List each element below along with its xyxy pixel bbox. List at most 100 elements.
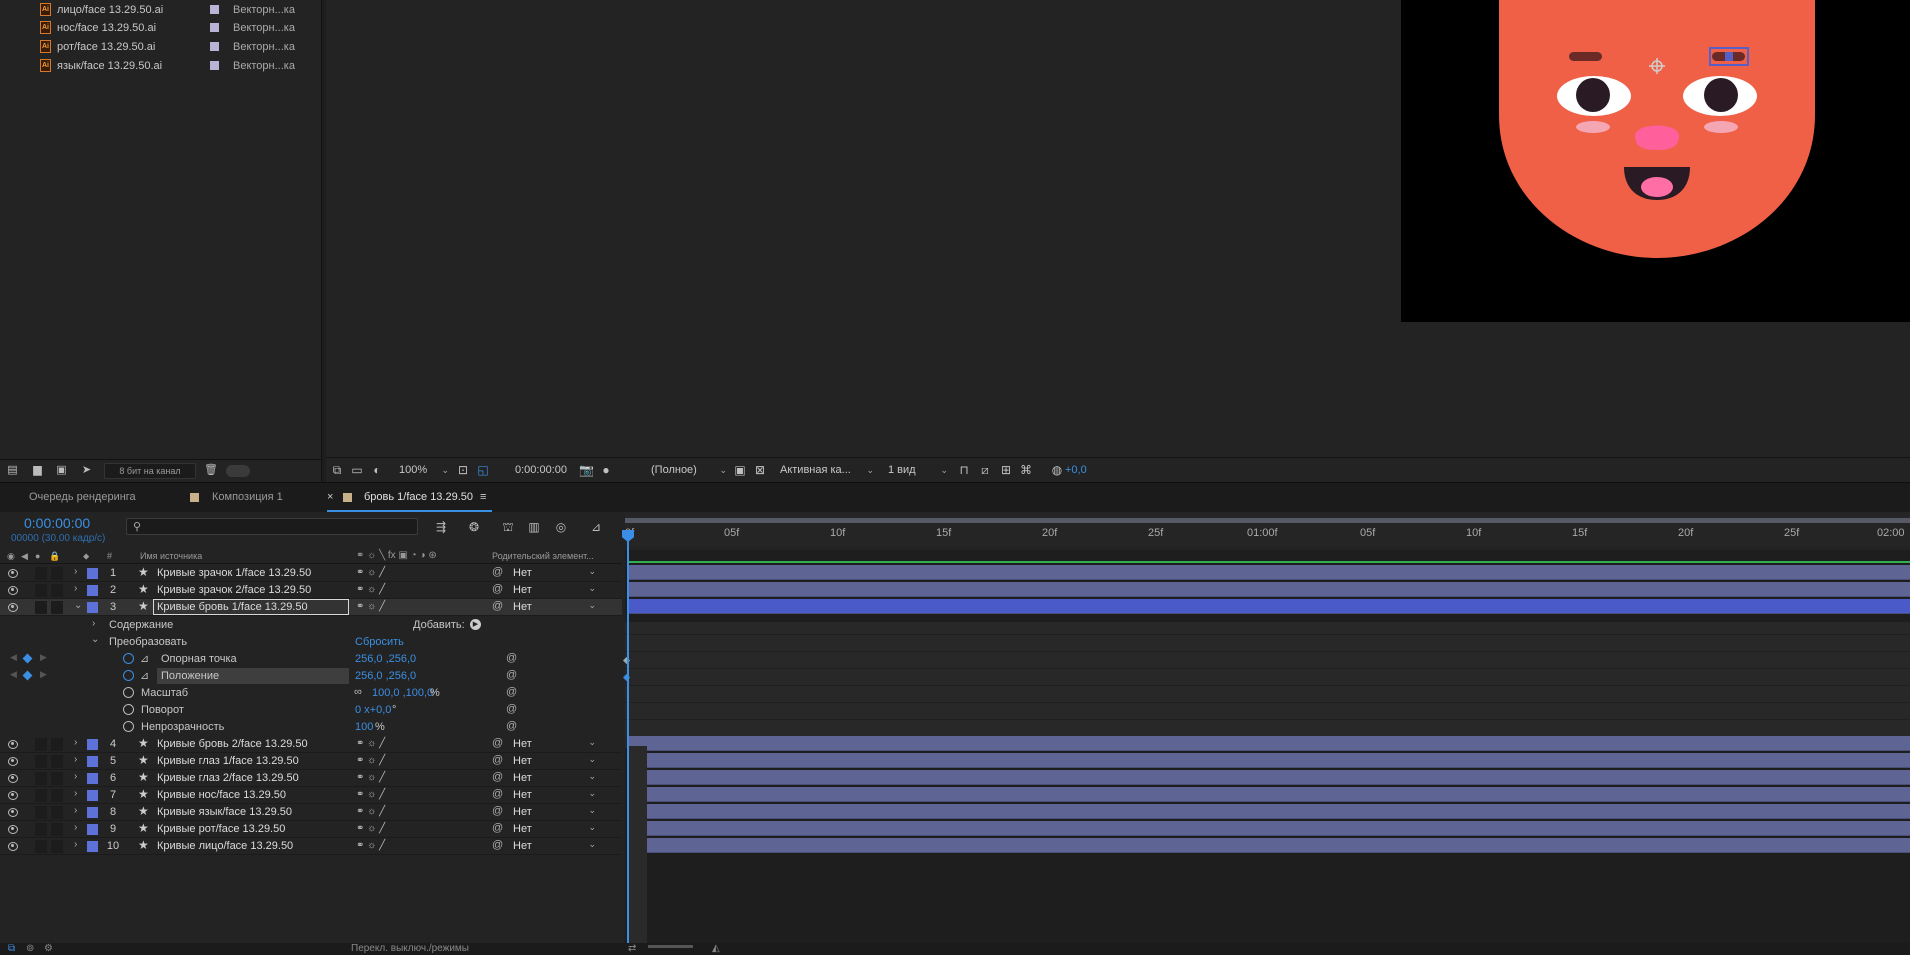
flowchart-icon[interactable]: ⌘	[1019, 463, 1033, 477]
layer-switches-icons[interactable]: ⚭ ☼ ╱	[356, 789, 385, 800]
chevron-right-icon[interactable]: ›	[74, 839, 77, 850]
layer-switches-toggle-icon[interactable]: ⧉	[8, 943, 15, 954]
layer-switches-icons[interactable]: ⚭ ☼ ╱	[356, 755, 385, 766]
audio-switch-icon[interactable]: ◀	[21, 551, 28, 562]
lock-icon[interactable]: 🔒	[49, 551, 60, 562]
layer-duration-bar[interactable]	[627, 753, 1910, 768]
tab-brow-composition[interactable]: бровь 1/face 13.29.50	[364, 491, 473, 503]
transparency-icon[interactable]: ⊠	[753, 463, 767, 477]
new-folder-icon[interactable]: ▆	[31, 465, 44, 476]
trash-icon[interactable]: 🗑	[204, 465, 218, 476]
transform-group-row[interactable]: ⌄ Преобразовать Сбросить	[0, 634, 622, 651]
layer-row[interactable]: › 7 ★ Кривые нос/face 13.29.50 ⚭ ☼ ╱ @ Н…	[0, 787, 622, 804]
layer-duration-bar[interactable]	[627, 736, 1910, 751]
solo-box[interactable]	[35, 840, 47, 853]
parent-dropdown[interactable]: Нет ⌄	[513, 805, 596, 819]
chevron-right-icon[interactable]: ›	[74, 805, 77, 816]
label-color-swatch[interactable]	[210, 42, 219, 51]
solo-box[interactable]	[35, 584, 47, 597]
layer-switches-icons[interactable]: ⚭ ☼ ╱	[356, 840, 385, 851]
layer-duration-bar[interactable]	[627, 838, 1910, 853]
transparency-grid-icon[interactable]: ◱	[476, 463, 490, 477]
draft-3d-icon[interactable]: ❂	[466, 520, 482, 534]
layer-switches-icons[interactable]: ⚭ ☼ ╱	[356, 772, 385, 783]
new-composition-icon[interactable]: ▣	[55, 465, 68, 476]
property-opacity[interactable]: Непрозрачность 100 % @	[0, 719, 622, 736]
source-name-column[interactable]: Имя источника	[140, 551, 202, 561]
motion-blur-icon[interactable]: ◎	[553, 520, 569, 534]
solo-box[interactable]	[35, 789, 47, 802]
layer-row[interactable]: › 8 ★ Кривые язык/face 13.29.50 ⚭ ☼ ╱ @ …	[0, 804, 622, 821]
visibility-eye-icon[interactable]	[7, 757, 19, 766]
layer-name-field[interactable]: Кривые бровь 1/face 13.29.50	[153, 599, 349, 615]
layer-label-color[interactable]	[87, 841, 98, 852]
lock-box[interactable]	[51, 806, 63, 819]
layer-row[interactable]: › 6 ★ Кривые глаз 2/face 13.29.50 ⚭ ☼ ╱ …	[0, 770, 622, 787]
interpret-footage-icon[interactable]: ▤	[6, 465, 19, 476]
parent-pickwhip-icon[interactable]: @	[492, 805, 503, 817]
project-item[interactable]: Ai нос/face 13.29.50.ai Векторн...ка	[0, 18, 320, 37]
parent-pickwhip-icon[interactable]: @	[492, 583, 503, 595]
chevron-down-icon[interactable]: ⌄	[91, 634, 99, 645]
layer-label-color[interactable]	[87, 773, 98, 784]
constrain-proportions-icon[interactable]: ∞	[354, 686, 362, 698]
property-anchor-point[interactable]: ◀ ▶ ⊿ Опорная точка 256,0 ,256,0 @	[0, 651, 622, 668]
lock-box[interactable]	[51, 584, 63, 597]
layer-duration-bar[interactable]	[627, 565, 1910, 580]
layer-switches-icons[interactable]: ⚭ ☼ ╱	[356, 584, 385, 595]
always-preview-icon[interactable]: ⧉	[330, 463, 344, 477]
parent-pickwhip-icon[interactable]: @	[492, 788, 503, 800]
exposure-icon[interactable]: ◍	[1050, 463, 1064, 477]
layer-duration-bar[interactable]	[627, 770, 1910, 785]
label-color-swatch[interactable]	[210, 61, 219, 70]
layer-switches-icons[interactable]: ⚭ ☼ ╱	[356, 823, 385, 834]
layer-label-color[interactable]	[87, 739, 98, 750]
parent-pickwhip-icon[interactable]: @	[492, 600, 503, 612]
in-out-toggle-icon[interactable]: ⚙	[44, 943, 53, 954]
solo-box[interactable]	[35, 823, 47, 836]
parent-pickwhip-icon[interactable]: @	[492, 822, 503, 834]
monitor-icon[interactable]: ▭	[350, 463, 364, 477]
rgb-channels-icon[interactable]: ●	[599, 463, 613, 477]
stopwatch-icon[interactable]	[123, 704, 134, 715]
layer-duration-bar[interactable]	[627, 821, 1910, 836]
tab-composition-1[interactable]: Композиция 1	[212, 491, 283, 503]
visibility-eye-icon[interactable]	[7, 569, 19, 578]
resolution-dropdown[interactable]: (Полное) ⌄	[651, 462, 729, 479]
lock-box[interactable]	[51, 755, 63, 768]
tab-close-icon[interactable]: ×	[327, 491, 333, 503]
next-keyframe-icon[interactable]: ▶	[40, 669, 47, 680]
pickwhip-icon[interactable]: @	[506, 720, 517, 732]
pickwhip-icon[interactable]: @	[506, 669, 517, 681]
stopwatch-icon[interactable]	[123, 687, 134, 698]
visibility-eye-icon[interactable]	[7, 603, 19, 612]
chevron-right-icon[interactable]: ›	[74, 822, 77, 833]
toggle-switches-modes[interactable]: Перекл. выключ./режимы	[351, 943, 469, 954]
composition-canvas[interactable]	[1401, 0, 1910, 322]
layer-row[interactable]: › 5 ★ Кривые глаз 1/face 13.29.50 ⚭ ☼ ╱ …	[0, 753, 622, 770]
parent-pickwhip-icon[interactable]: @	[492, 737, 503, 749]
visibility-eye-icon[interactable]	[7, 825, 19, 834]
layer-label-color[interactable]	[87, 568, 98, 579]
visibility-eye-icon[interactable]	[7, 774, 19, 783]
snapshot-icon[interactable]: 📷	[579, 463, 594, 477]
chevron-right-icon[interactable]: ›	[92, 618, 95, 629]
current-time-display[interactable]: 0:00:00:00	[24, 515, 90, 531]
chevron-down-icon[interactable]: ⌄	[74, 600, 82, 611]
layer-duration-bar[interactable]	[627, 787, 1910, 802]
stopwatch-icon[interactable]	[123, 670, 134, 681]
lock-box[interactable]	[51, 601, 63, 614]
visibility-eye-icon[interactable]	[7, 586, 19, 595]
layer-switches-icons[interactable]: ⚭ ☼ ╱	[356, 806, 385, 817]
parent-dropdown[interactable]: Нет ⌄	[513, 754, 596, 768]
label-color-swatch[interactable]	[210, 5, 219, 14]
layer-row[interactable]: › 1 ★ Кривые зрачок 1/face 13.29.50 ⚭ ☼ …	[0, 565, 622, 582]
render-queue-icon[interactable]: ➤	[80, 465, 93, 476]
layer-label-color[interactable]	[87, 585, 98, 596]
solo-box[interactable]	[35, 755, 47, 768]
chevron-right-icon[interactable]: ›	[74, 566, 77, 577]
visibility-eye-icon[interactable]	[7, 740, 19, 749]
fit-view-icon[interactable]: ⊡	[456, 463, 470, 477]
lock-box[interactable]	[51, 789, 63, 802]
layer-label-color[interactable]	[87, 602, 98, 613]
